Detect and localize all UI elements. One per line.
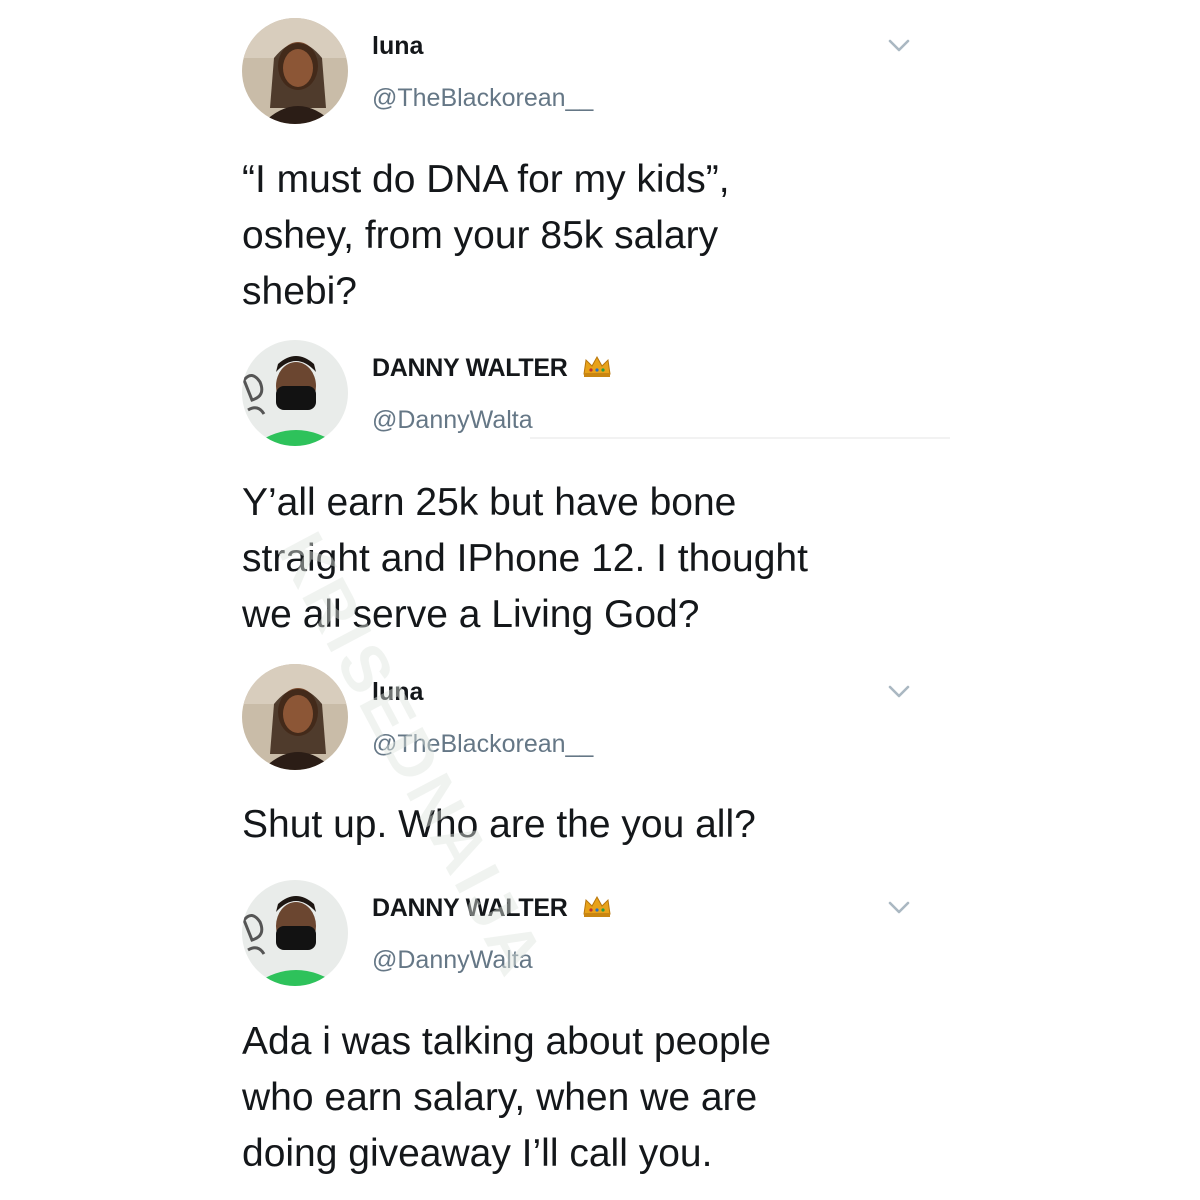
display-name-text[interactable]: DANNY WALTER — [372, 894, 568, 922]
avatar[interactable] — [242, 664, 348, 770]
tweet-text: Ada i was talking about people who earn … — [242, 1020, 772, 1175]
tweet-header-1: luna @TheBlackorean__ — [242, 18, 912, 128]
avatar[interactable] — [242, 880, 348, 986]
crown-icon — [583, 355, 611, 377]
crown-icon — [583, 895, 611, 917]
chevron-down-icon[interactable] — [886, 36, 912, 56]
tweet-text: Shut up. Who are the you all? — [242, 803, 756, 846]
woman-avatar-icon — [242, 18, 348, 124]
chevron-down-icon[interactable] — [886, 898, 912, 918]
tweet-text: Y’all earn 25k but have bone straight an… — [242, 481, 808, 636]
display-name-text[interactable]: DANNY WALTER — [372, 354, 568, 382]
display-name[interactable]: DANNY WALTER — [372, 894, 612, 923]
man-avatar-icon — [242, 880, 348, 986]
tweet-header-3: luna @TheBlackorean__ — [242, 664, 912, 774]
avatar[interactable] — [242, 18, 348, 124]
display-name[interactable]: luna — [372, 32, 423, 61]
chevron-down-icon[interactable] — [886, 682, 912, 702]
handle[interactable]: @DannyWalta — [372, 946, 533, 975]
tweet-header-2: DANNY WALTER @DannyWalta — [242, 340, 912, 450]
woman-avatar-icon — [242, 664, 348, 770]
man-avatar-icon — [242, 340, 348, 446]
avatar[interactable] — [242, 340, 348, 446]
tweet-header-4: DANNY WALTER @DannyWalta — [242, 880, 912, 990]
tweet-text: “I must do DNA for my kids”, oshey, from… — [242, 158, 730, 313]
display-name[interactable]: DANNY WALTER — [372, 354, 612, 383]
handle[interactable]: @TheBlackorean__ — [372, 730, 593, 759]
display-name[interactable]: luna — [372, 678, 423, 707]
handle[interactable]: @DannyWalta — [372, 406, 533, 435]
handle[interactable]: @TheBlackorean__ — [372, 84, 593, 113]
